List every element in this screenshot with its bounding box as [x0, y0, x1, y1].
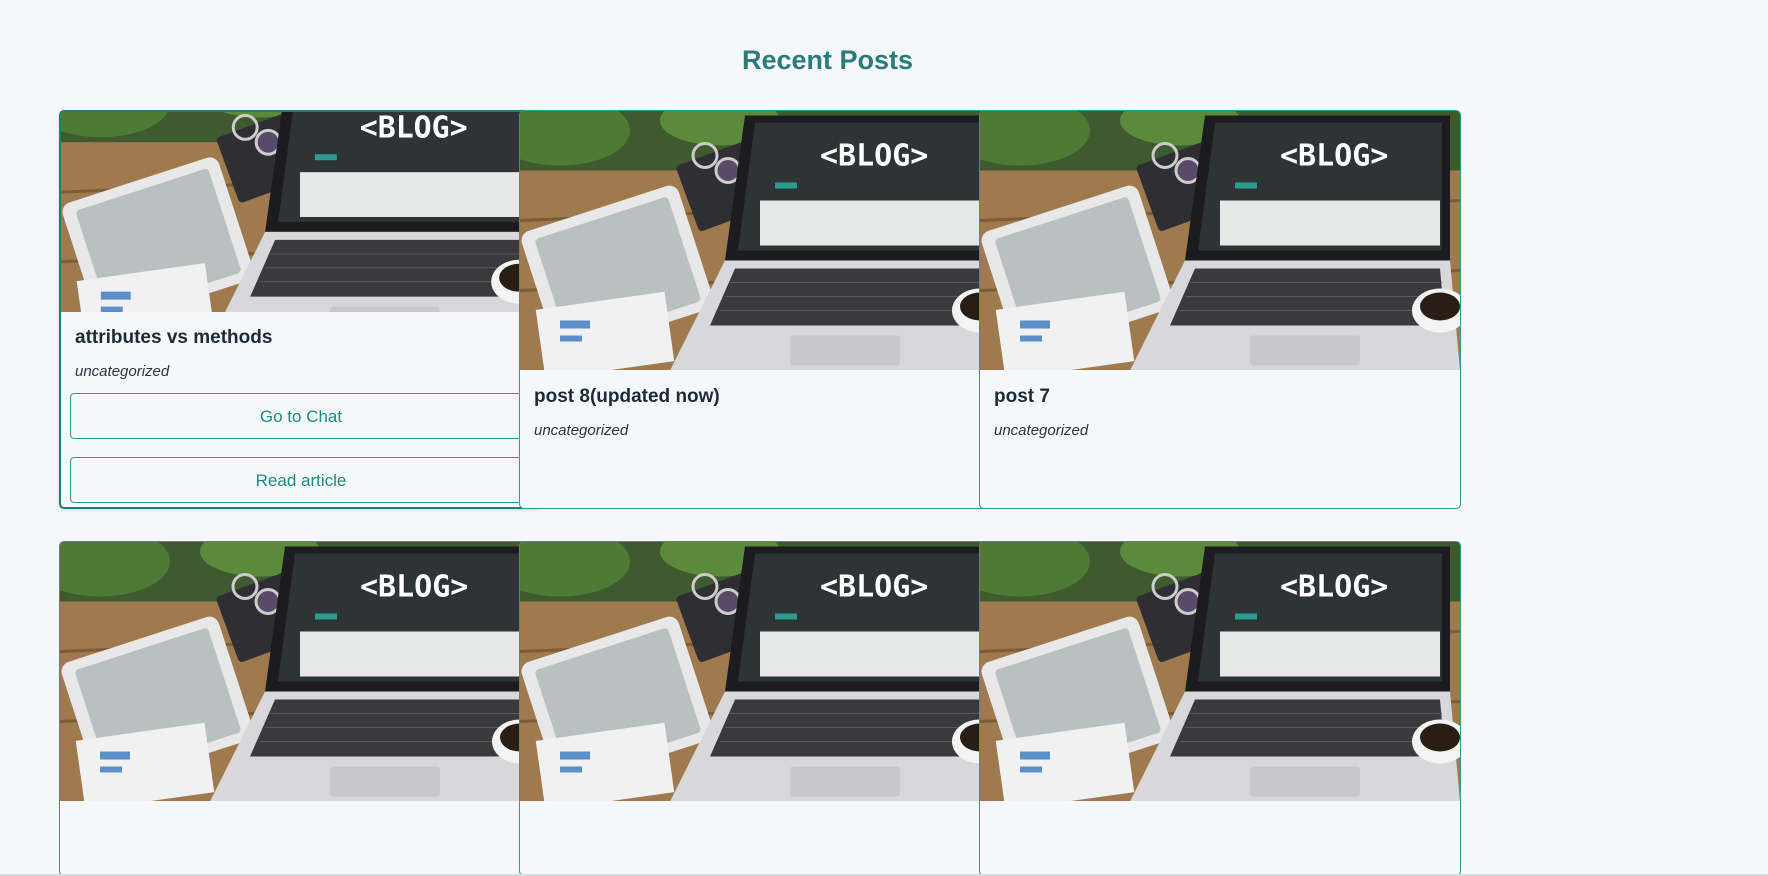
post-thumbnail[interactable] — [980, 111, 1460, 370]
post-thumbnail[interactable] — [520, 111, 1000, 370]
post-card[interactable] — [519, 541, 1001, 876]
post-card[interactable]: attributes vs methods uncategorized Go t… — [59, 110, 541, 509]
go-to-chat-button[interactable]: Go to Chat — [70, 393, 532, 439]
post-thumbnail[interactable] — [61, 112, 539, 312]
post-category: uncategorized — [75, 363, 170, 380]
post-title[interactable]: post 7 — [994, 384, 1446, 410]
post-category: uncategorized — [994, 422, 1089, 439]
post-card[interactable] — [59, 541, 541, 876]
post-card[interactable]: post 8(updated now) uncategorized — [519, 110, 1001, 509]
post-title[interactable]: attributes vs methods — [75, 325, 525, 351]
post-card[interactable]: post 7 uncategorized — [979, 110, 1461, 509]
post-thumbnail[interactable] — [520, 542, 1000, 801]
post-title[interactable]: post 8(updated now) — [534, 384, 986, 410]
read-article-button[interactable]: Read article — [70, 457, 532, 503]
page-title: Recent Posts — [741, 45, 914, 75]
post-category: uncategorized — [534, 422, 629, 439]
post-thumbnail[interactable] — [980, 542, 1460, 801]
post-card[interactable] — [979, 541, 1461, 876]
post-thumbnail[interactable] — [60, 542, 540, 801]
